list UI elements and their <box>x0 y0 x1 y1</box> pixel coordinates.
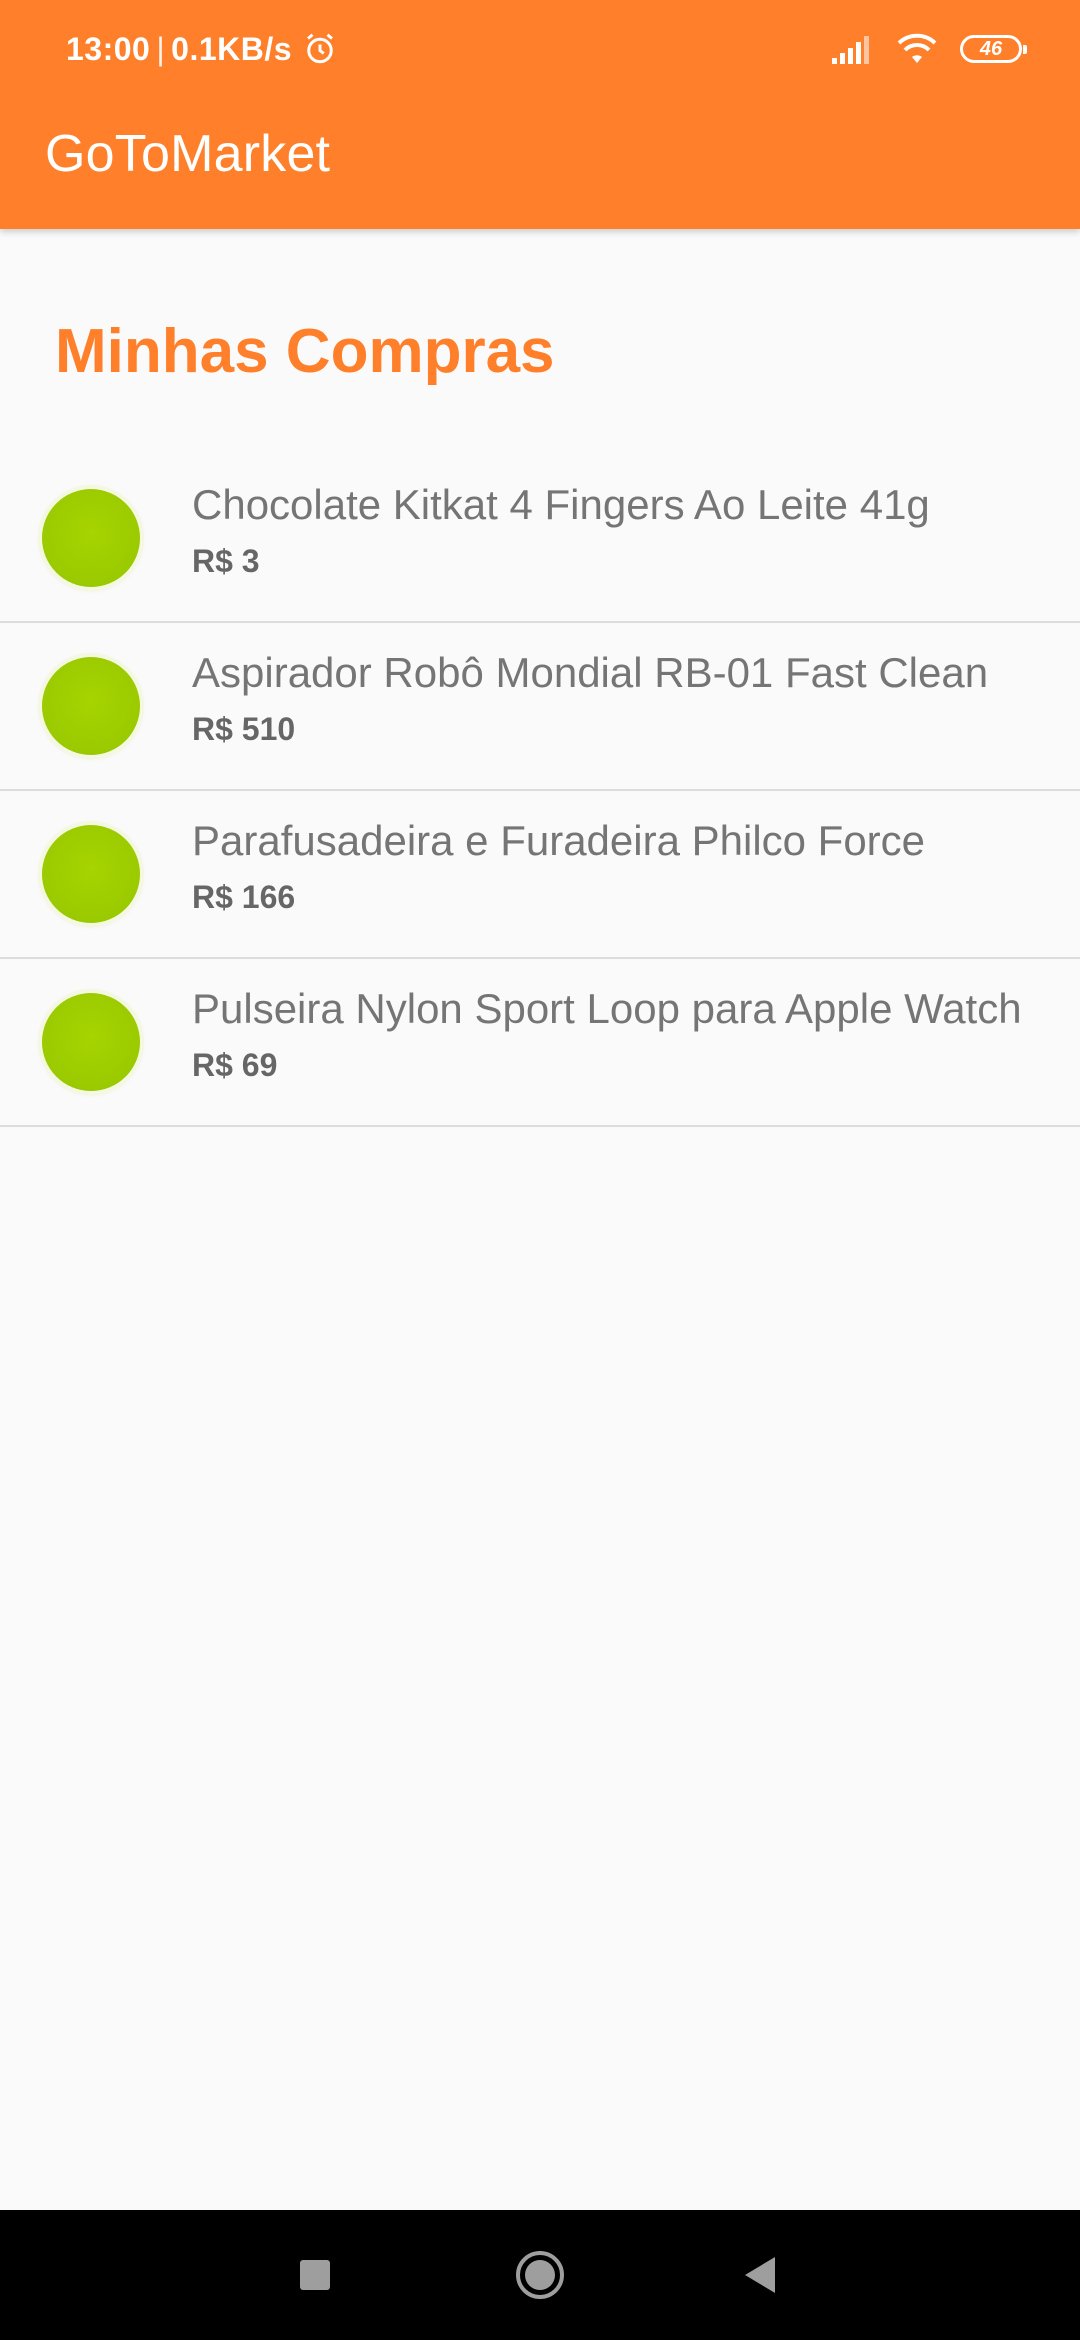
app-title: GoToMarket <box>45 125 331 183</box>
status-time: 13:00 <box>66 30 151 67</box>
back-icon <box>742 2255 778 2295</box>
recents-icon <box>298 2258 332 2292</box>
list-item[interactable]: Pulseira Nylon Sport Loop para Apple Wat… <box>0 959 1080 1127</box>
status-right: 46 <box>832 28 1027 70</box>
list-item[interactable]: Chocolate Kitkat 4 Fingers Ao Leite 41g … <box>0 455 1080 623</box>
item-name: Pulseira Nylon Sport Loop para Apple Wat… <box>192 985 1022 1032</box>
app-bar: 13:00 | 0.1KB/s 46 GoToMarket <box>0 0 1080 229</box>
item-status-dot <box>42 993 140 1091</box>
item-name: Parafusadeira e Furadeira Philco Force <box>192 817 926 864</box>
status-left: 13:00 | 0.1KB/s <box>66 28 338 70</box>
battery-icon: 46 <box>960 35 1027 63</box>
back-button[interactable] <box>695 2210 825 2340</box>
item-name: Aspirador Robô Mondial RB-01 Fast Clean <box>192 649 989 696</box>
item-status-dot <box>42 825 140 923</box>
signal-icon <box>832 34 874 64</box>
list-item[interactable]: Aspirador Robô Mondial RB-01 Fast Clean … <box>0 623 1080 791</box>
item-status-dot <box>42 489 140 587</box>
item-price: R$ 3 <box>192 543 260 579</box>
status-bar: 13:00 | 0.1KB/s 46 <box>0 0 1080 96</box>
item-name: Chocolate Kitkat 4 Fingers Ao Leite 41g <box>192 481 930 528</box>
alarm-icon <box>302 31 338 67</box>
item-status-dot <box>42 657 140 755</box>
home-button[interactable] <box>475 2210 605 2340</box>
recents-button[interactable] <box>250 2210 380 2340</box>
home-icon <box>514 2249 566 2301</box>
page-heading: Minhas Compras <box>55 317 555 386</box>
status-separator: | <box>156 30 166 67</box>
item-price: R$ 69 <box>192 1047 278 1083</box>
wifi-icon <box>896 33 938 65</box>
item-price: R$ 166 <box>192 879 296 915</box>
purchase-list: Chocolate Kitkat 4 Fingers Ao Leite 41g … <box>0 455 1080 1127</box>
system-nav-bar <box>0 2210 1080 2340</box>
list-item[interactable]: Parafusadeira e Furadeira Philco Force R… <box>0 791 1080 959</box>
network-speed: 0.1KB/s <box>171 30 293 67</box>
item-price: R$ 510 <box>192 711 296 747</box>
